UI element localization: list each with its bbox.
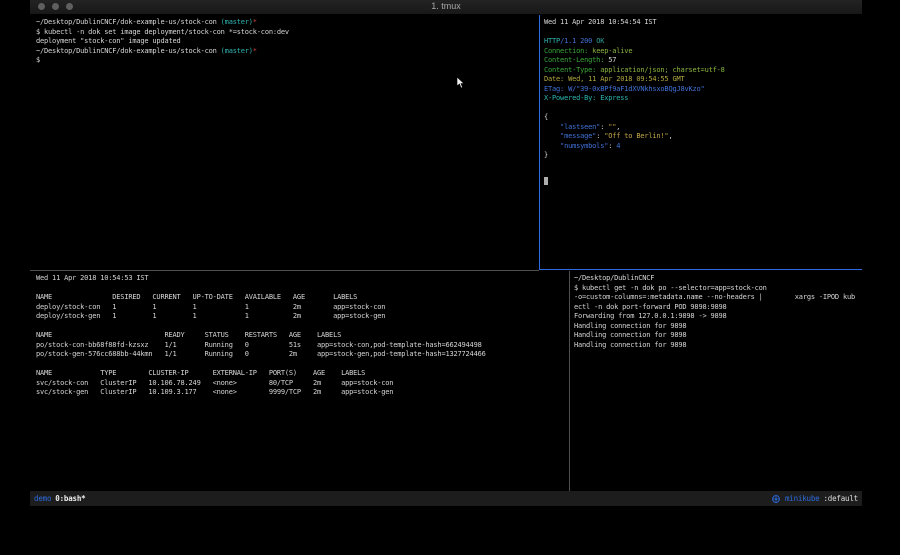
- kube-context: minikube: [785, 494, 820, 503]
- pane-top-left-shell[interactable]: ~/Desktop/DublinCNCF/dok-example-us/stoc…: [30, 15, 540, 269]
- kubernetes-wheel-icon: [772, 495, 780, 503]
- window-tab-current[interactable]: 0:bash*: [55, 494, 85, 503]
- terminal-window: 1. tmux ~/Desktop/DublinCNCF/dok-example…: [30, 0, 862, 506]
- pane-divider-vertical-bottom[interactable]: [569, 271, 570, 491]
- kube-namespace: :default: [823, 494, 858, 503]
- kubectl-resources-output: Wed 11 Apr 2018 10:54:53 IST NAME DESIRE…: [36, 274, 570, 398]
- window-titlebar[interactable]: 1. tmux: [30, 0, 862, 15]
- desktop-background: 1. tmux ~/Desktop/DublinCNCF/dok-example…: [0, 0, 900, 555]
- status-right: minikube:default: [772, 494, 858, 503]
- pane-divider-vertical-top[interactable]: [539, 15, 540, 269]
- pane-bottom-right-port-forward[interactable]: ~/Desktop/DublinCNCF $ kubectl get -n do…: [571, 271, 865, 494]
- pane-divider-horizontal-left[interactable]: [30, 270, 539, 271]
- pane-divider-horizontal-right[interactable]: [539, 269, 862, 270]
- shell-output: ~/Desktop/DublinCNCF/dok-example-us/stoc…: [36, 18, 540, 66]
- pane-top-right-http-response[interactable]: Wed 11 Apr 2018 10:54:54 IST HTTP/1.1 20…: [541, 15, 865, 269]
- window-title: 1. tmux: [30, 1, 862, 11]
- http-response-output: Wed 11 Apr 2018 10:54:54 IST HTTP/1.1 20…: [544, 18, 865, 161]
- port-forward-output: ~/Desktop/DublinCNCF $ kubectl get -n do…: [574, 274, 865, 350]
- terminal-cursor: [544, 177, 548, 185]
- tmux-status-bar: demo 0:bash* minikube:default: [30, 491, 862, 506]
- status-left: demo 0:bash*: [34, 494, 85, 503]
- session-name: demo: [34, 494, 51, 503]
- tmux-terminal: ~/Desktop/DublinCNCF/dok-example-us/stoc…: [30, 15, 862, 491]
- mouse-pointer-icon: [456, 77, 466, 89]
- pane-bottom-left-kubectl-watch[interactable]: Wed 11 Apr 2018 10:54:53 IST NAME DESIRE…: [30, 271, 570, 494]
